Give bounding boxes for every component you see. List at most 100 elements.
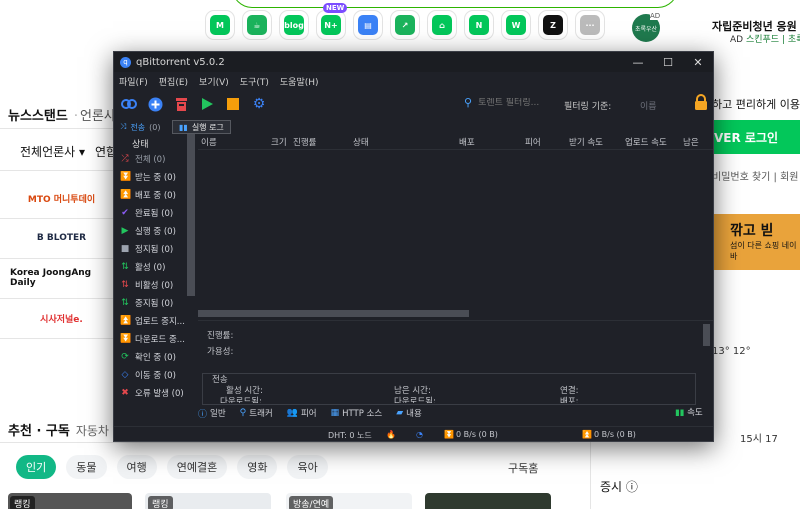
service-shortcut[interactable]: ▤뉴스 [353,10,383,64]
tab-peers[interactable]: 👥 피어 [287,406,317,420]
status-filter-item[interactable]: ⤮ 전체 (0) [114,150,196,168]
news-thumb[interactable] [425,493,551,509]
lock-icon[interactable] [694,94,708,115]
dht-status: DHT: 0 노드 [328,431,372,440]
new-badge: NEW [323,3,348,13]
speed-limit-icon[interactable]: ◔ [416,430,423,439]
service-shortcut[interactable]: ↗증권 [390,10,420,64]
status-filter-item[interactable]: ⇅ 비활성 (0) [114,276,196,294]
tab-trackers-label: 트래커 [249,409,273,419]
status-icon: ▶ [121,226,129,236]
menu-tools[interactable]: 도구(T) [240,75,269,88]
category-chip[interactable]: 인기 [16,455,57,479]
tab-content[interactable]: ▰ 내용 [396,406,422,420]
start-icon[interactable] [198,95,216,113]
category-chip[interactable]: 여행 [116,455,157,479]
service-shortcut[interactable]: N지도 [464,10,494,64]
status-filter-item[interactable]: ▶ 실행 중 (0) [114,222,196,240]
status-icon: ✔ [121,208,129,218]
status-filter-item[interactable]: ■ 정지됨 (0) [114,240,196,258]
availability-label: 가용성: [207,347,234,357]
sidebar-scrollbar[interactable] [187,134,195,296]
status-filter-item[interactable]: ⇅ 활성 (0) [114,258,196,276]
tab-general[interactable]: ⓘ 일반 [198,406,226,420]
downloaded-label: 다운로드됨: [220,397,262,403]
subscribe-home-link[interactable]: 구독홈 [508,460,538,476]
torrent-filter-input[interactable] [478,97,564,108]
status-filter-item[interactable]: ⏫ 배포 중 (0) [114,186,196,204]
title-bar[interactable]: q qBittorrent v5.0.2 — ☐ ✕ [114,52,713,72]
transfers-label: 전송 [130,122,146,132]
settings-gear-icon[interactable]: ⚙ [250,95,268,113]
status-filter-label: 완료됨 (0) [135,209,174,219]
press-logo[interactable]: 시사저널e. [10,298,113,338]
add-link-icon[interactable] [120,95,138,113]
status-filter-item[interactable]: ⏫ 업로드 중지... [114,312,196,330]
press-logo[interactable]: B BLOTER [10,218,113,258]
menu-view[interactable]: 보기(V) [199,75,229,88]
maximize-button[interactable]: ☐ [653,52,683,72]
menu-edit[interactable]: 편집(E) [159,75,188,88]
status-filter-item[interactable]: ◇ 이동 중 (0) [114,366,196,384]
col-eta[interactable]: 남은 [680,136,710,149]
service-icon: N+ [321,15,341,35]
col-down-speed[interactable]: 받기 속도 [566,136,622,149]
add-torrent-icon[interactable] [146,95,164,113]
col-seeds[interactable]: 배포 [456,136,522,149]
download-speed-icon: ⏬ [444,430,454,439]
status-filter-item[interactable]: ⏬ 받는 중 (0) [114,168,196,186]
list-hscrollbar[interactable] [198,310,469,317]
status-filter-item[interactable]: ✖ 오류 발생 (0) [114,384,196,402]
category-chip[interactable]: 영화 [237,455,278,479]
details-scrollbar[interactable] [703,324,710,346]
service-shortcut[interactable]: ☕카페 [242,10,272,64]
stop-icon[interactable] [224,95,242,113]
folder-icon: ▰ [396,408,404,418]
service-shortcut[interactable]: N+NEW스토어 [316,3,348,64]
filter-dropdown[interactable]: 이름 [640,99,657,112]
naver-login-button[interactable]: VER 로그인 [712,120,800,154]
menu-help[interactable]: 도움말(H) [280,75,319,88]
service-shortcut[interactable]: ··· [575,10,605,40]
status-filter-item[interactable]: ⏬ 다운로드 중... [114,330,196,348]
col-size[interactable]: 크기 [268,136,290,149]
menu-file[interactable]: 파일(F) [119,75,148,88]
all-press-dropdown[interactable]: 전체언론사 ▾ [20,143,85,160]
category-chip[interactable]: 연예결혼 [166,455,228,479]
col-progress[interactable]: 진행률 [290,136,350,149]
col-name[interactable]: 이름 [198,136,268,149]
speed-chart-icon: ▮▮ [675,408,685,418]
delete-icon[interactable] [172,95,190,113]
newsstand-header[interactable]: 뉴스스탠드 · 언론사 [8,105,116,124]
password-find-link[interactable]: 비밀번호 찾기 | 회원 [712,168,799,183]
service-shortcut[interactable]: blog블로그 [279,10,309,64]
recommend-header[interactable]: 추천 · 구독 자동차 [8,420,109,439]
stock-header[interactable]: 증시 ⓘ [600,478,638,495]
category-chip[interactable]: 육아 [287,455,328,479]
col-up-speed[interactable]: 업로드 속도 [622,136,680,149]
login-promo-text: 하고 편리하게 이용하 [712,98,800,111]
promo-banner[interactable]: 깎고 빋 섬이 다른 쇼핑 네이바 [712,214,800,270]
col-status[interactable]: 상태 [350,136,456,149]
press-logo[interactable]: MTO 머니투데이 [10,178,113,218]
status-filter-item[interactable]: ✔ 완료됨 (0) [114,204,196,222]
category-chip[interactable]: 동물 [66,455,107,479]
tab-trackers[interactable]: ⚲ 트래커 [240,406,273,420]
minimize-button[interactable]: — [623,52,653,72]
ad-brand: 스킨푸드 | 초록 [745,35,800,45]
service-shortcut[interactable]: ⌂부동산 [427,10,457,64]
col-peers[interactable]: 피어 [522,136,566,149]
status-filter-item[interactable]: ⇅ 중지됨 (0) [114,294,196,312]
service-shortcut[interactable]: M메일 [205,10,235,64]
weather-temps: 13° 12° [712,346,751,357]
status-icon: ⇅ [121,298,129,308]
close-button[interactable]: ✕ [683,52,713,72]
service-shortcut[interactable]: W웹툰 [501,10,531,64]
status-filter-item[interactable]: ⟳ 확인 중 (0) [114,348,196,366]
service-shortcut[interactable]: Z치지직 [538,10,568,64]
tab-http-sources[interactable]: ▦ HTTP 소스 [331,406,383,420]
torrent-list[interactable]: 이름 크기 진행률 상태 배포 피어 받기 속도 업로드 속도 남은 [198,136,713,316]
tab-speed[interactable]: ▮▮ 속도 [675,406,703,418]
press-logo[interactable]: Korea JoongAng Daily [10,258,113,298]
ad-subtitle[interactable]: AD 스킨푸드 | 초록 [730,32,800,45]
